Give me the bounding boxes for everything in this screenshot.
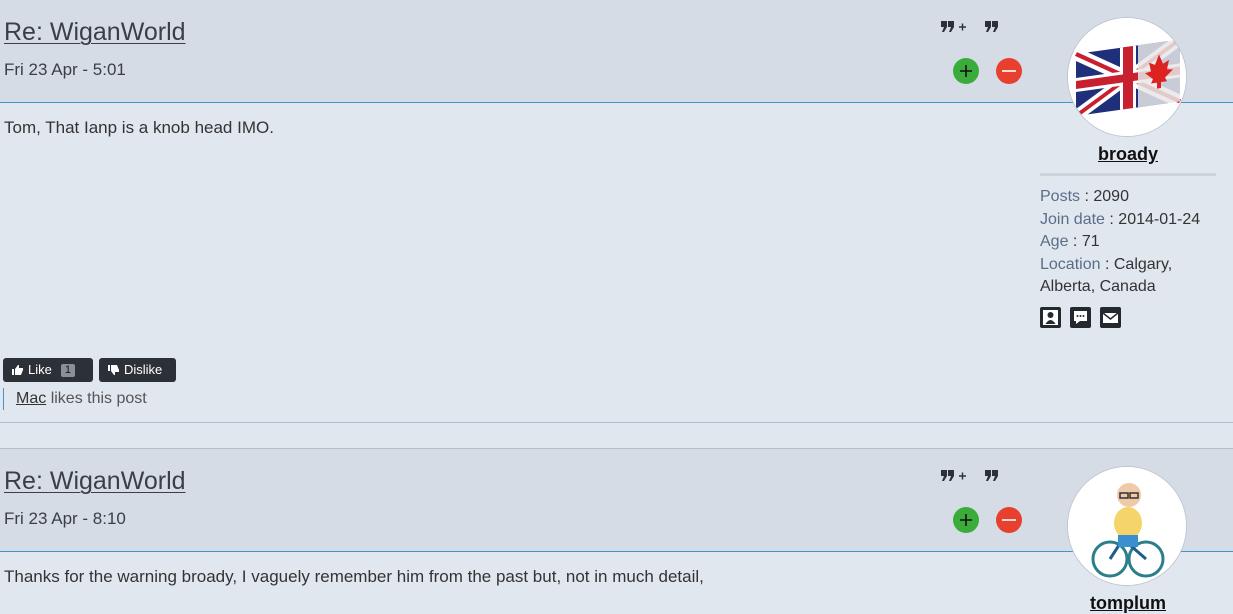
minus-icon [1002,70,1016,72]
post: Re: WiganWorld Fri 23 Apr - 5:01 broady … [0,0,1233,423]
minus-icon [1002,519,1016,521]
age-label: Age [1040,233,1069,250]
post-header: Re: WiganWorld Fri 23 Apr - 5:01 [0,0,1233,103]
plus-icon [960,514,972,526]
author-username-link[interactable]: tomplum [1040,593,1216,614]
private-message-button[interactable] [1070,307,1091,328]
downvote-button[interactable] [996,507,1022,533]
dislike-label: Dislike [124,362,163,377]
cyclist-icon [1068,467,1186,585]
profile-button[interactable] [1040,307,1061,328]
age-value: 71 [1081,233,1100,250]
dislike-button[interactable]: Dislike [99,358,176,382]
quote-icon[interactable] [983,18,1001,38]
posts-count: 2090 [1093,188,1129,205]
post-content: Tom, That Ianp is a knob head IMO. [4,118,274,137]
plus-icon [960,65,972,77]
chat-icon [1074,311,1087,324]
separator: : [1084,188,1089,205]
join-date-label: Join date [1040,210,1105,228]
avatar[interactable] [1067,17,1187,137]
post-title-link[interactable]: Re: WiganWorld [4,467,186,496]
likes-text: likes this post [50,390,147,407]
multi-quote-icon[interactable] [940,467,968,487]
location-label: Location [1040,255,1101,273]
upvote-button[interactable] [953,58,979,84]
avatar[interactable] [1067,466,1187,586]
separator: : [1072,233,1078,250]
profile-divider [1040,173,1216,176]
posts-label: Posts [1040,188,1081,205]
separator: : [1109,210,1114,228]
email-button[interactable] [1100,307,1121,328]
quote-icon[interactable] [983,467,1001,487]
post: Re: WiganWorld Fri 23 Apr - 8:10 tomplum… [0,449,1233,613]
thumbs-up-icon [12,365,23,375]
like-count-badge: 1 [60,364,75,377]
post-date: Fri 23 Apr - 5:01 [4,60,126,79]
post-content: Thanks for the warning broady, I vaguely… [4,567,704,586]
post-header: Re: WiganWorld Fri 23 Apr - 8:10 [0,449,1233,552]
post-gap [0,423,1233,449]
post-date: Fri 23 Apr - 8:10 [4,509,126,528]
author-profile-info: Posts : 2090 Join date : 2014-01-24 Age … [1040,186,1230,299]
user-icon [1043,310,1058,325]
profile-age-row: Age : 71 [1040,231,1230,254]
profile-join-row: Join date : 2014-01-24 [1040,209,1230,232]
author-username-link[interactable]: broady [1040,144,1216,165]
likers-line: Mac likes this post [3,388,147,410]
multi-quote-icon[interactable] [940,18,968,38]
join-date-value: 2014-01-24 [1118,210,1201,228]
upvote-button[interactable] [953,507,979,533]
profile-location-row: Location : Calgary, Alberta, Canada [1040,254,1230,299]
separator: : [1104,255,1110,273]
post-title-link[interactable]: Re: WiganWorld [4,18,186,47]
like-label: Like [28,362,52,377]
union-jack-flag-icon [1068,18,1186,136]
liker-username-link[interactable]: Mac [16,390,46,407]
downvote-button[interactable] [996,58,1022,84]
envelope-icon [1102,312,1119,323]
like-button[interactable]: Like 1 [3,358,93,382]
thumbs-down-icon [108,365,119,375]
profile-posts-row: Posts : 2090 [1040,186,1230,209]
